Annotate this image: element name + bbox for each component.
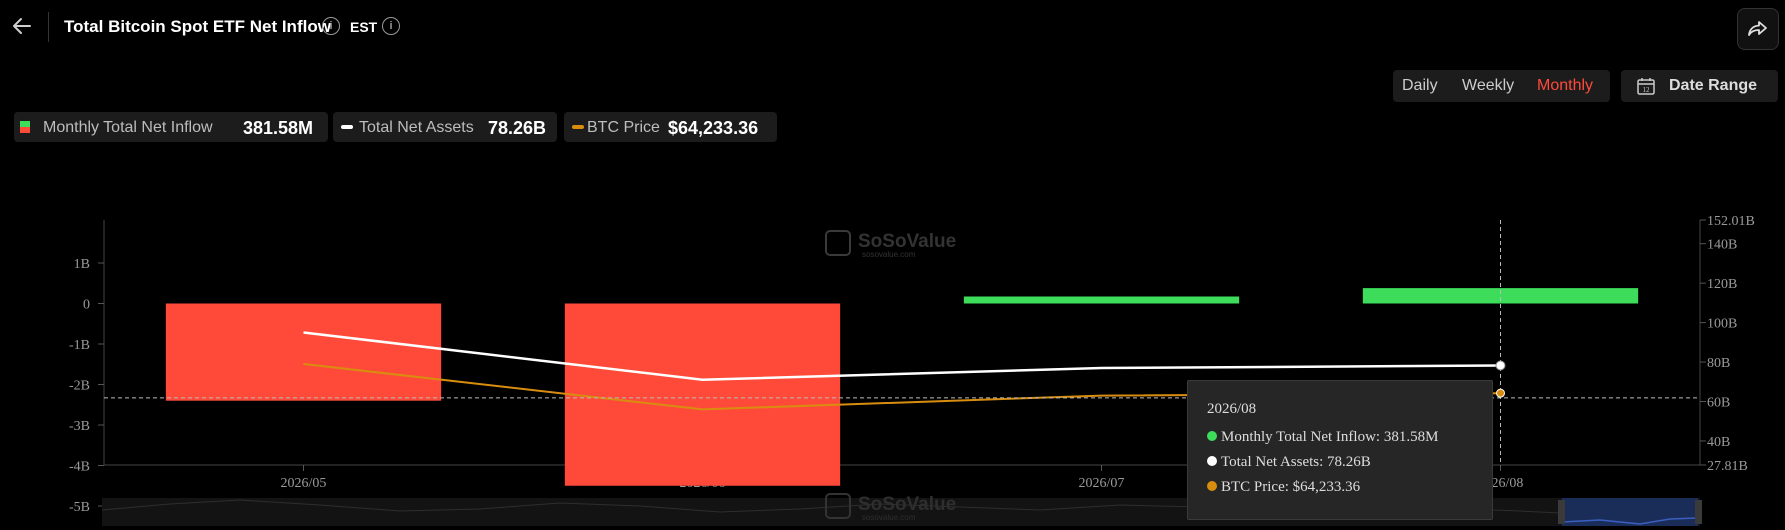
left-tick-label: -1B [69,338,90,353]
timezone-label[interactable]: EST [350,19,377,35]
slider-watermark: SoSoValue sosovalue.com [825,493,956,522]
legend-price-name: BTC Price [587,119,660,136]
legend-inflow-value: 381.58M [243,118,314,138]
x-tick-label: 2026/07 [1079,476,1125,491]
inflow-bar[interactable] [963,296,1240,304]
page-title: Total Bitcoin Spot ETF Net Inflow [64,17,331,36]
chart-tooltip: 2026/08 Monthly Total Net Inflow: 381.58… [1187,380,1493,520]
left-tick-label: -4B [69,460,90,475]
right-tick-label: 120B [1707,277,1737,292]
tooltip-date: 2026/08 [1207,401,1257,417]
x-tick-label: 2026/06 [680,476,726,491]
left-tick-label: -5B [69,500,90,515]
left-tick-label: -2B [69,379,90,394]
left-tick-label: -3B [69,419,90,434]
legend-total-net-assets[interactable]: Total Net Assets 78.26B [333,112,557,142]
price-swatch-icon [572,125,584,129]
zoom-handle-right[interactable] [1695,500,1702,524]
right-tick-label: 140B [1707,238,1737,253]
period-daily-button[interactable]: Daily [1402,77,1438,95]
assets-dot-icon [1207,456,1217,466]
right-tick-label: 27.81B [1707,459,1748,474]
assets-swatch-icon [341,125,353,129]
legend-assets-value: 78.26B [488,118,547,138]
period-weekly-button[interactable]: Weekly [1462,77,1514,95]
inflow-bar[interactable] [165,303,442,401]
date-range-button[interactable]: 12 Date Range [1621,70,1778,102]
left-tick-label: 0 [83,298,90,313]
watermark-brand: SoSoValue [858,231,956,252]
back-arrow-icon[interactable] [10,14,34,38]
tooltip-assets-row: Total Net Assets: 78.26B [1207,454,1371,471]
right-tick-label: 60B [1707,396,1730,411]
date-range-label: Date Range [1669,77,1758,94]
period-monthly-button[interactable]: Monthly [1537,77,1593,95]
info-icon[interactable]: i [322,17,340,35]
left-tick-label: 1B [74,257,90,272]
inflow-bar[interactable] [1362,288,1639,304]
inflow-dot-icon [1207,431,1217,441]
right-tick-label: 40B [1707,435,1730,450]
right-tick-label: 100B [1707,317,1737,332]
calendar-icon: 12 [1637,78,1655,95]
svg-text:12: 12 [1643,86,1651,94]
top-bar: Total Bitcoin Spot ETF Net Inflow i EST … [0,0,1785,56]
slider-watermark-url: sosovalue.com [862,513,916,522]
header-divider [48,12,49,42]
right-tick-label: 152.01B [1707,214,1755,229]
share-icon [1748,21,1767,36]
tooltip-inflow: Monthly Total Net Inflow: 381.58M [1221,429,1439,445]
timezone-info-icon[interactable]: i [382,17,400,35]
legend-price-value: $64,233.36 [668,118,759,138]
total-net-assets-line [303,331,1501,382]
tooltip-price: BTC Price: $64,233.36 [1221,479,1361,495]
inflow-bar[interactable] [564,303,841,486]
price-point-marker [1496,388,1505,398]
tooltip-price-row: BTC Price: $64,233.36 [1207,479,1360,496]
legend-net-inflow[interactable]: Monthly Total Net Inflow 381.58M [14,112,328,142]
tooltip-inflow-row: Monthly Total Net Inflow: 381.58M [1207,429,1438,446]
period-selector: Daily Weekly Monthly [1393,70,1610,102]
right-tick-label: 80B [1707,356,1730,371]
assets-point-marker [1495,360,1506,371]
inflow-swatch-icon [20,121,30,133]
zoom-handle-left[interactable] [1558,500,1565,524]
slider-watermark-brand: SoSoValue [858,494,956,515]
watermark-url: sosovalue.com [862,250,916,259]
legend-assets-name: Total Net Assets [359,119,474,136]
legend-btc-price[interactable]: BTC Price $64,233.36 [564,112,777,142]
x-tick-label: 2026/05 [281,476,327,491]
tooltip-assets: Total Net Assets: 78.26B [1221,454,1371,470]
watermark: SoSoValue sosovalue.com [825,230,956,259]
share-button[interactable] [1737,8,1779,50]
price-dot-icon [1207,481,1217,491]
zoom-window[interactable] [1562,498,1698,526]
legend-inflow-name: Monthly Total Net Inflow [43,119,213,136]
